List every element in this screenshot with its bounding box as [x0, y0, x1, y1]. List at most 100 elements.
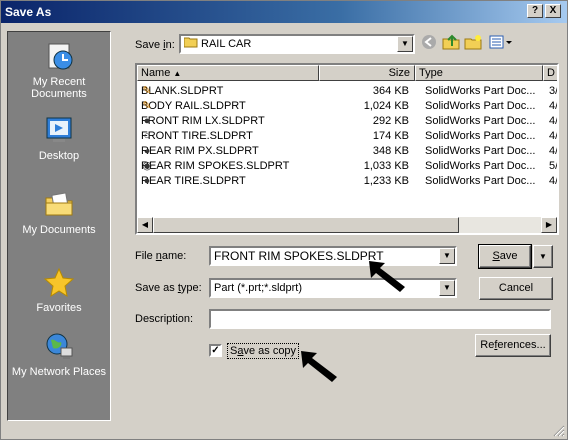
file-name-text: REAR RIM SPOKES.SLDPRT	[141, 160, 290, 172]
file-date-cell: 4/	[549, 175, 559, 187]
file-size-cell: 292 KB	[372, 115, 409, 127]
place-label: My Recent Documents	[31, 76, 87, 100]
file-name-text: FRONT TIRE.SLDPRT	[141, 130, 253, 142]
save-options-dropdown[interactable]: ▼	[533, 245, 553, 268]
save-in-combo[interactable]: RAIL CAR ▼	[179, 34, 415, 54]
place-label: My Documents	[22, 224, 96, 236]
file-row[interactable]: ○ FRONT TIRE.SLDPRT 174 KB SolidWorks Part …	[137, 128, 557, 144]
save-as-copy-checkbox[interactable]: ✓	[209, 344, 222, 357]
chevron-down-icon[interactable]: ▼	[397, 36, 413, 52]
place-my-documents[interactable]: My Documents	[8, 188, 110, 236]
part-file-icon: ●	[143, 175, 151, 187]
file-row[interactable]: ● FRONT RIM LX.SLDPRT 292 KB SolidWorks Par…	[137, 113, 557, 129]
file-name-cell: ○ FRONT TIRE.SLDPRT	[141, 128, 321, 144]
file-date-cell: 4/	[549, 115, 559, 127]
column-header-name[interactable]: Name ▲	[137, 65, 319, 81]
title-bar: Save As ? X	[1, 1, 567, 23]
save-as-dialog: Save As ? X My Recent Documents Desktop	[0, 0, 568, 440]
file-row[interactable]: ◉ REAR RIM SPOKES.SLDPRT 1,033 KB SolidWork…	[137, 158, 557, 174]
file-size-cell: 348 KB	[372, 145, 409, 157]
file-name-text: BODY RAIL.SLDPRT	[141, 100, 246, 112]
save-as-copy-label[interactable]: Save as copy	[227, 343, 300, 359]
place-network[interactable]: My Network Places	[8, 330, 110, 378]
file-date-cell: 4/	[549, 100, 559, 112]
file-type-cell: SolidWorks Part Doc...	[425, 130, 536, 142]
save-in-label: Save in:	[135, 39, 175, 51]
file-date-cell: 3/	[549, 85, 559, 97]
recent-documents-icon	[48, 43, 73, 70]
file-size-cell: 364 KB	[372, 85, 409, 97]
file-row[interactable]: ✎ BLANK.SLDPRT 364 KB SolidWorks Part Doc..…	[137, 83, 557, 99]
chevron-down-icon[interactable]: ▼	[439, 280, 455, 296]
file-size-cell: 1,233 KB	[363, 175, 409, 187]
file-name-cell: ✎ BLANK.SLDPRT	[141, 83, 321, 99]
new-folder-icon[interactable]	[463, 34, 483, 54]
file-type-cell: SolidWorks Part Doc...	[425, 85, 536, 97]
help-button[interactable]: ?	[527, 4, 543, 18]
file-name-cell: ◉ REAR RIM SPOKES.SLDPRT	[141, 158, 321, 174]
file-size-cell: 1,033 KB	[363, 160, 409, 172]
close-button[interactable]: X	[545, 4, 561, 18]
file-name-cell: ● FRONT RIM LX.SLDPRT	[141, 113, 321, 129]
part-file-icon: ◕	[143, 145, 151, 157]
file-name-cell: ✎ BODY RAIL.SLDPRT	[141, 98, 321, 114]
file-row[interactable]: ◕ REAR RIM PX.SLDPRT 348 KB SolidWorks Part…	[137, 143, 557, 159]
file-date-cell: 4/	[549, 130, 559, 142]
save-button[interactable]: Save	[478, 244, 532, 269]
save-as-type-value: Part (*.prt;*.sldprt)	[214, 282, 303, 294]
chevron-down-icon[interactable]: ▼	[439, 248, 455, 264]
file-name-text: REAR TIRE.SLDPRT	[141, 175, 246, 187]
places-bar: My Recent Documents Desktop My Documents	[7, 31, 111, 421]
scroll-thumb[interactable]	[153, 217, 459, 233]
pointer-arrow-icon	[369, 261, 405, 292]
file-name-value: FRONT RIM SPOKES.SLDPRT	[214, 249, 384, 263]
place-favorites[interactable]: Favorites	[8, 266, 110, 314]
my-documents-icon	[45, 192, 73, 216]
file-type-cell: SolidWorks Part Doc...	[425, 115, 536, 127]
place-recent-documents[interactable]: My Recent Documents	[8, 40, 110, 100]
file-name-input[interactable]: FRONT RIM SPOKES.SLDPRT ▼	[209, 246, 457, 266]
column-header-type[interactable]: Type	[415, 65, 543, 81]
save-as-type-label: Save as type:	[135, 282, 202, 294]
description-label: Description:	[135, 313, 194, 325]
file-size-cell: 174 KB	[372, 130, 409, 142]
column-header-size[interactable]: Size	[319, 65, 415, 81]
place-desktop[interactable]: Desktop	[8, 114, 110, 162]
cancel-button[interactable]: Cancel	[479, 277, 553, 300]
file-row[interactable]: ● REAR TIRE.SLDPRT 1,233 KB SolidWorks Part…	[137, 173, 557, 189]
save-in-value: RAIL CAR	[201, 38, 252, 50]
file-date-cell: 5/	[549, 160, 559, 172]
back-icon[interactable]	[419, 34, 439, 54]
part-file-icon: ✎	[142, 100, 152, 112]
file-name-cell: ● REAR TIRE.SLDPRT	[141, 173, 321, 189]
folder-icon	[183, 37, 198, 48]
file-name-text: BLANK.SLDPRT	[141, 85, 224, 97]
part-file-icon: ●	[143, 115, 151, 127]
file-date-cell: 4/	[549, 145, 559, 157]
up-folder-icon[interactable]	[441, 34, 461, 54]
scroll-left-icon[interactable]: ◀	[137, 217, 153, 233]
resize-grip-icon[interactable]	[553, 425, 565, 437]
column-header-date[interactable]: D	[543, 65, 557, 81]
views-menu-icon[interactable]	[487, 34, 515, 54]
favorites-icon	[43, 267, 75, 298]
pointer-arrow-icon	[301, 351, 337, 382]
network-places-icon	[46, 333, 73, 359]
file-type-cell: SolidWorks Part Doc...	[425, 160, 536, 172]
scroll-right-icon[interactable]: ▶	[541, 217, 557, 233]
horizontal-scrollbar[interactable]: ◀ ▶	[137, 217, 557, 233]
file-name-label: File name:	[135, 250, 187, 262]
window-title: Save As	[5, 5, 52, 19]
file-type-cell: SolidWorks Part Doc...	[425, 100, 536, 112]
file-type-cell: SolidWorks Part Doc...	[425, 145, 536, 157]
description-input[interactable]	[209, 309, 551, 329]
file-list[interactable]: Name ▲ Size Type D ✎ BLANK.SLDPRT 364 KB So…	[135, 63, 559, 235]
file-name-text: FRONT RIM LX.SLDPRT	[141, 115, 265, 127]
save-as-type-combo[interactable]: Part (*.prt;*.sldprt) ▼	[209, 278, 457, 298]
place-label: Desktop	[38, 150, 80, 162]
file-row[interactable]: ✎ BODY RAIL.SLDPRT 1,024 KB SolidWorks Part…	[137, 98, 557, 114]
part-file-icon: ✎	[142, 85, 152, 97]
chevron-down-icon: ▼	[539, 252, 547, 261]
references-button[interactable]: References...	[475, 334, 551, 357]
file-name-text: REAR RIM PX.SLDPRT	[141, 145, 259, 157]
